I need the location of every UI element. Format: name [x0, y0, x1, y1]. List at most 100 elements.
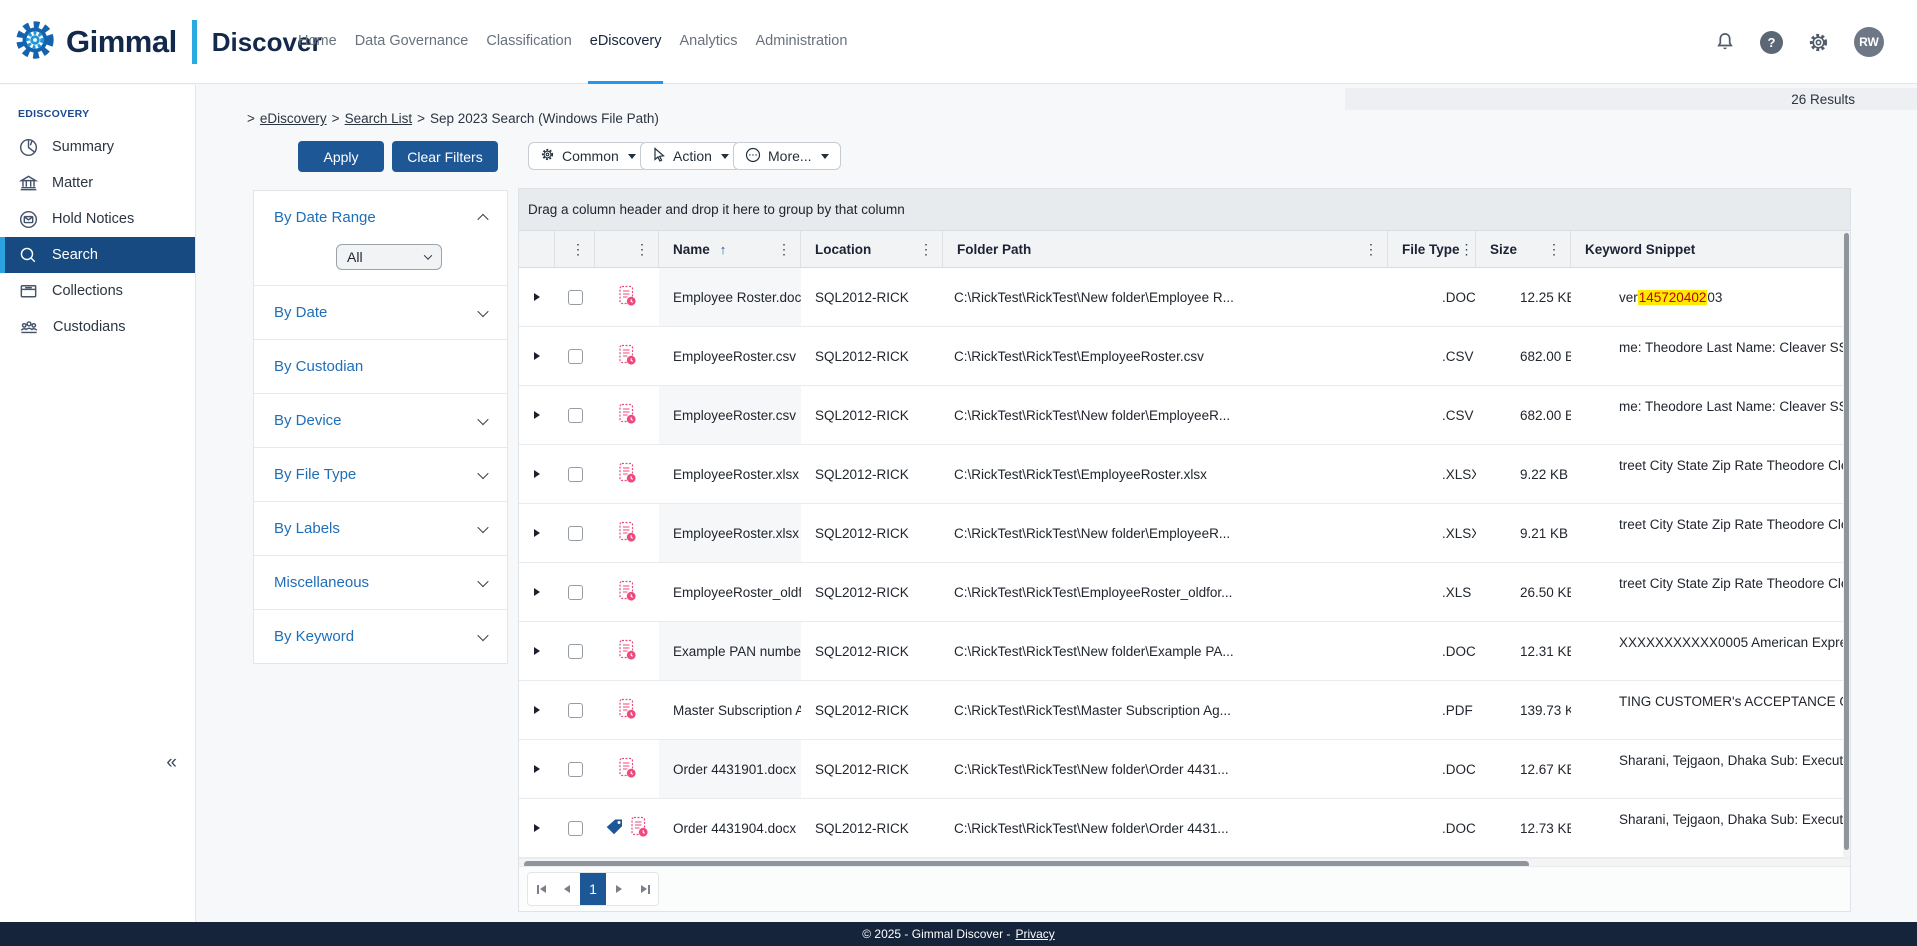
retention-document-icon [617, 462, 638, 487]
nav-item-classification[interactable]: Classification [484, 0, 573, 84]
expand-row-icon[interactable] [534, 706, 540, 714]
name-cell[interactable]: EmployeeRoster.xlsx [659, 504, 801, 562]
expand-row-icon[interactable] [534, 824, 540, 832]
breadcrumb-search-list[interactable]: Search List [345, 111, 413, 126]
group-by-drop-zone[interactable]: Drag a column header and drop it here to… [519, 189, 1850, 231]
keyword-snippet-cell: ver 145720402 03 [1571, 268, 1846, 326]
page-1-button[interactable]: 1 [580, 873, 606, 905]
by-date-range-select[interactable]: All [336, 244, 442, 270]
column-header-label[interactable]: Size [1490, 242, 1517, 257]
snippet-text: treet City State Zip Rate Theodore Cleav… [1619, 517, 1846, 532]
row-checkbox[interactable] [568, 349, 583, 364]
filter-section-header-by-labels[interactable]: By Labels [254, 502, 507, 555]
folder-path-cell: C:\RickTest\RickTest\EmployeeRoster.csv [943, 327, 1388, 385]
column-header-label[interactable]: Folder Path [957, 242, 1031, 257]
name-cell[interactable]: Example PAN numbers for t... [659, 622, 801, 680]
sidebar-collapse-icon[interactable]: « [166, 752, 177, 774]
common-dropdown-button[interactable]: Common [528, 142, 648, 170]
nav-item-home[interactable]: Home [296, 0, 339, 84]
sidebar-item-matter[interactable]: Matter [0, 165, 195, 201]
expand-row-icon[interactable] [534, 647, 540, 655]
row-icons-cell [595, 504, 659, 562]
column-header-label[interactable]: Keyword Snippet [1585, 242, 1695, 257]
sidebar-item-summary[interactable]: Summary [0, 129, 195, 165]
name-cell[interactable]: EmployeeRoster.csv [659, 386, 801, 444]
column-menu-icon[interactable]: ⋮ [777, 241, 800, 258]
filter-section-header-by-date[interactable]: By Date [254, 286, 507, 339]
row-expand-cell [519, 327, 555, 385]
settings-gear-icon[interactable] [1806, 30, 1831, 55]
vertical-scrollbar[interactable] [1843, 231, 1850, 858]
row-checkbox[interactable] [568, 526, 583, 541]
sidebar-item-hold-notices[interactable]: Hold Notices [0, 201, 195, 237]
row-checkbox[interactable] [568, 467, 583, 482]
action-dropdown-button[interactable]: Action [640, 142, 741, 170]
column-menu-icon[interactable]: ⋮ [571, 241, 594, 258]
last-page-button[interactable] [632, 873, 658, 905]
name-cell[interactable]: Employee Roster.docx [659, 268, 801, 326]
sidebar-item-search[interactable]: Search [0, 237, 195, 273]
first-page-button[interactable] [528, 873, 554, 905]
clear-filters-button[interactable]: Clear Filters [392, 141, 498, 172]
expand-row-icon[interactable] [534, 765, 540, 773]
sidebar-item-custodians[interactable]: Custodians [0, 309, 195, 345]
column-menu-icon[interactable]: ⋮ [635, 241, 658, 258]
name-cell[interactable]: EmployeeRoster.xlsx [659, 445, 801, 503]
row-icon-group [617, 757, 638, 782]
row-icons-cell [595, 622, 659, 680]
expand-row-icon[interactable] [534, 529, 540, 537]
row-icon-group [617, 521, 638, 546]
name-cell[interactable]: EmployeeRoster_oldformat.... [659, 563, 801, 621]
nav-item-data-governance[interactable]: Data Governance [353, 0, 471, 84]
column-header-label[interactable]: Location [815, 242, 871, 257]
vertical-scrollbar-thumb[interactable] [1844, 233, 1849, 850]
column-header-label[interactable]: File Type [1402, 242, 1460, 257]
expand-row-icon[interactable] [534, 411, 540, 419]
bell-icon[interactable] [1713, 30, 1737, 54]
nav-item-ediscovery[interactable]: eDiscovery [588, 0, 664, 84]
column-menu-icon[interactable]: ⋮ [1364, 241, 1387, 258]
apply-button[interactable]: Apply [298, 141, 384, 172]
filter-section-header-miscellaneous[interactable]: Miscellaneous [254, 556, 507, 609]
user-avatar[interactable]: RW [1854, 27, 1884, 57]
row-checkbox[interactable] [568, 408, 583, 423]
name-cell[interactable]: Master Subscription Agree... [659, 681, 801, 739]
location-cell: SQL2012-RICK [801, 799, 943, 857]
row-icons-cell [595, 563, 659, 621]
expand-row-icon[interactable] [534, 293, 540, 301]
row-expand-cell [519, 386, 555, 444]
filter-section-header-by-date-range[interactable]: By Date Range [254, 191, 507, 244]
expand-row-icon[interactable] [534, 352, 540, 360]
row-checkbox[interactable] [568, 290, 583, 305]
row-checkbox[interactable] [568, 644, 583, 659]
filter-section-header-by-custodian[interactable]: By Custodian [254, 340, 507, 393]
previous-page-button[interactable] [554, 873, 580, 905]
breadcrumb-ediscovery[interactable]: eDiscovery [260, 111, 327, 126]
sidebar-item-collections[interactable]: Collections [0, 273, 195, 309]
filter-section-header-by-device[interactable]: By Device [254, 394, 507, 447]
gear-icon [540, 147, 555, 165]
expand-row-icon[interactable] [534, 588, 540, 596]
column-header-label[interactable]: Name [673, 242, 710, 257]
name-cell[interactable]: EmployeeRoster.csv [659, 327, 801, 385]
filter-section-header-by-keyword[interactable]: By Keyword [254, 610, 507, 663]
name-cell[interactable]: Order 4431904.docx [659, 799, 801, 857]
column-menu-icon[interactable]: ⋮ [919, 241, 942, 258]
row-checkbox[interactable] [568, 821, 583, 836]
privacy-link[interactable]: Privacy [1015, 927, 1054, 941]
help-icon[interactable]: ? [1760, 31, 1783, 54]
row-checkbox[interactable] [568, 762, 583, 777]
next-page-button[interactable] [606, 873, 632, 905]
brand-logo[interactable]: Gimmal Discover [12, 0, 322, 84]
row-checkbox[interactable] [568, 703, 583, 718]
expand-row-icon[interactable] [534, 470, 540, 478]
filter-section-header-by-file-type[interactable]: By File Type [254, 448, 507, 501]
column-menu-icon[interactable]: ⋮ [1460, 241, 1476, 258]
column-menu-icon[interactable]: ⋮ [1547, 241, 1570, 258]
sort-ascending-icon[interactable]: ↑ [720, 242, 727, 257]
nav-item-administration[interactable]: Administration [754, 0, 850, 84]
name-cell[interactable]: Order 4431901.docx [659, 740, 801, 798]
more-dropdown-button[interactable]: More... [733, 142, 841, 170]
row-checkbox[interactable] [568, 585, 583, 600]
nav-item-analytics[interactable]: Analytics [677, 0, 739, 84]
